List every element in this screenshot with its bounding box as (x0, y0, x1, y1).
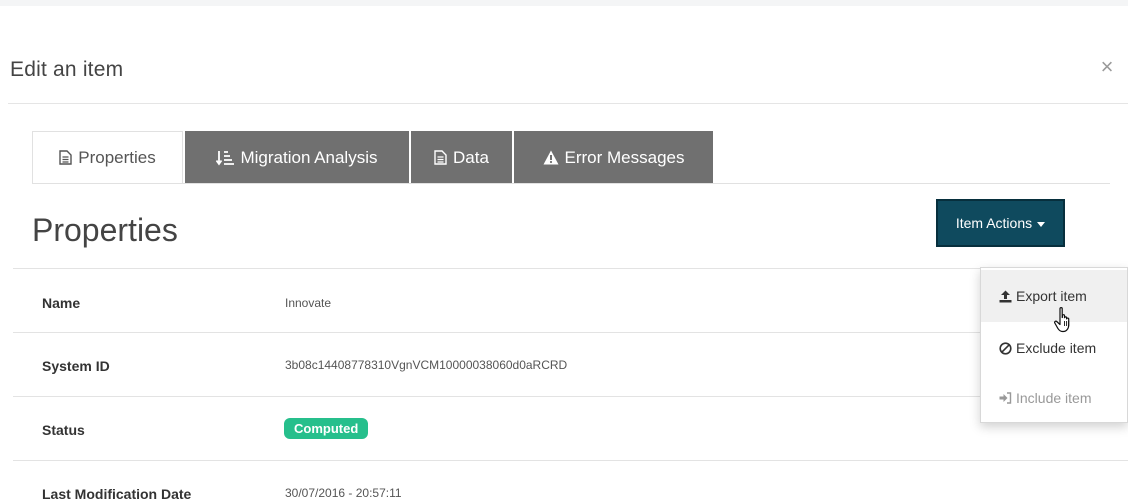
tab-migration-analysis[interactable]: Migration Analysis (185, 131, 409, 184)
sort-amount-icon (216, 150, 235, 166)
tabs-divider (32, 183, 1110, 184)
upload-icon (999, 290, 1012, 303)
property-label: Last Modification Date (42, 486, 192, 502)
property-label: System ID (42, 358, 110, 374)
tab-label: Migration Analysis (240, 147, 378, 167)
caret-down-icon (1037, 221, 1046, 227)
ban-icon (999, 341, 1012, 355)
section-title: Properties (32, 212, 178, 248)
item-actions-menu: Export item Exclude item Include item (980, 267, 1128, 423)
property-label: Name (42, 295, 81, 311)
table-row: Last Modification Date 30/07/2016 - 20:5… (13, 460, 1128, 504)
menu-item-label: Include item (1016, 390, 1092, 406)
property-label: Status (42, 422, 85, 438)
table-row: System ID 3b08c14408778310VgnVCM10000038… (13, 332, 1128, 396)
table-row: Name Innovate (13, 268, 1128, 332)
tab-label: Data (453, 147, 489, 167)
property-value: 3b08c14408778310VgnVCM10000038060d0aRCRD (285, 358, 568, 372)
status-badge: Computed (284, 418, 369, 439)
header-divider (8, 103, 1128, 104)
tab-error-messages[interactable]: Error Messages (514, 131, 713, 184)
menu-item-include[interactable]: Include item (981, 372, 1127, 424)
item-actions-button[interactable]: Item Actions (936, 199, 1065, 247)
close-button[interactable]: × (1095, 56, 1119, 80)
tab-label: Properties (78, 147, 156, 167)
property-value: Innovate (285, 296, 332, 310)
menu-item-label: Exclude item (1016, 340, 1097, 356)
file-text-icon (59, 150, 72, 165)
tab-label: Error Messages (564, 147, 685, 167)
tab-properties[interactable]: Properties (32, 131, 183, 184)
menu-item-label: Export item (1016, 288, 1087, 304)
sign-in-icon (999, 392, 1012, 404)
hand-pointer-icon (1053, 306, 1075, 339)
table-row: Status Computed (13, 396, 1128, 460)
file-text-icon (434, 150, 447, 165)
tab-data[interactable]: Data (411, 131, 512, 184)
warning-icon (543, 150, 559, 165)
property-value: 30/07/2016 - 20:57:11 (285, 486, 402, 500)
item-actions-label: Item Actions (955, 215, 1033, 231)
modal-title: Edit an item (10, 58, 124, 81)
